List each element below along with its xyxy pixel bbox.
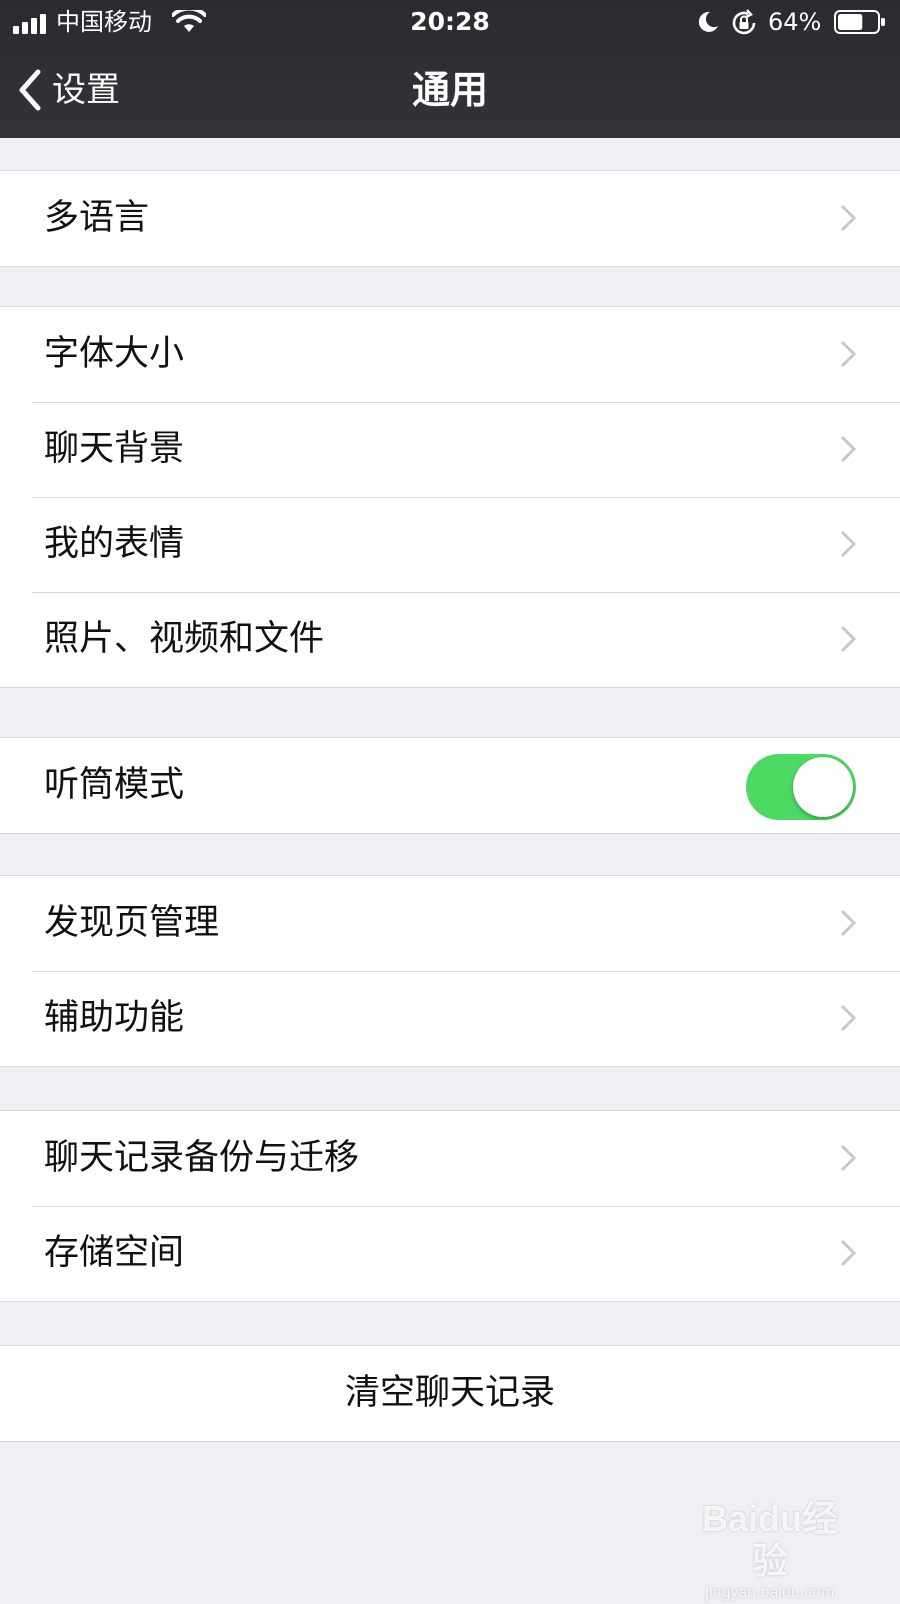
- row-label: 聊天记录备份与迁移: [44, 1138, 360, 1178]
- settings-row-photos-videos-files[interactable]: 照片、视频和文件: [0, 592, 900, 687]
- clear-chat-history-button[interactable]: 清空聊天记录: [0, 1346, 900, 1441]
- settings-row-language[interactable]: 多语言: [0, 171, 900, 266]
- row-label: 听筒模式: [44, 765, 185, 805]
- settings-group-storage: 聊天记录备份与迁移 存储空间: [0, 1110, 900, 1302]
- settings-row-discover-management[interactable]: 发现页管理: [0, 876, 900, 971]
- status-bar: 中国移动 20:28 64%: [0, 0, 900, 44]
- settings-group-language: 多语言: [0, 170, 900, 267]
- chevron-right-icon: [840, 530, 856, 558]
- settings-row-storage[interactable]: 存储空间: [0, 1206, 900, 1301]
- settings-group-display: 字体大小 聊天背景 我的表情 照片、视频和文件: [0, 306, 900, 688]
- navigation-header: 中国移动 20:28 64% 设置 通用: [0, 0, 900, 138]
- settings-row-my-stickers[interactable]: 我的表情: [0, 497, 900, 592]
- battery-icon: [834, 10, 885, 34]
- chevron-right-icon: [840, 204, 856, 232]
- wifi-icon: [172, 10, 206, 32]
- row-label: 我的表情: [44, 524, 185, 564]
- settings-row-font-size[interactable]: 字体大小: [0, 307, 900, 402]
- battery-percentage: 64%: [768, 8, 822, 36]
- watermark-main: Baidu经验: [701, 1498, 838, 1581]
- clear-chat-history-label: 清空聊天记录: [344, 1373, 555, 1413]
- chevron-right-icon: [840, 1239, 856, 1267]
- moon-icon: [698, 11, 718, 32]
- back-button[interactable]: 设置: [16, 62, 120, 118]
- carrier-name: 中国移动: [56, 8, 152, 36]
- settings-row-chat-backup[interactable]: 聊天记录备份与迁移: [0, 1111, 900, 1206]
- clear-chat-group: 清空聊天记录: [0, 1345, 900, 1442]
- chevron-right-icon: [840, 909, 856, 937]
- settings-row-chat-background[interactable]: 聊天背景: [0, 402, 900, 497]
- settings-row-earpiece-mode: 听筒模式: [0, 738, 900, 833]
- row-label: 辅助功能: [44, 998, 185, 1038]
- back-label: 设置: [52, 70, 120, 110]
- chevron-left-icon: [19, 69, 41, 111]
- watermark-sub: jingyan.baidu.com: [705, 1584, 835, 1601]
- chevron-right-icon: [840, 435, 856, 463]
- chevron-right-icon: [840, 1144, 856, 1172]
- page-title: 通用: [411, 68, 488, 112]
- chevron-right-icon: [840, 1004, 856, 1032]
- row-label: 发现页管理: [44, 903, 220, 943]
- chevron-right-icon: [840, 340, 856, 368]
- row-label: 字体大小: [44, 334, 185, 374]
- row-label: 多语言: [44, 198, 150, 238]
- signal-icon: [13, 14, 46, 34]
- settings-group-earpiece: 听筒模式: [0, 737, 900, 834]
- row-label: 聊天背景: [44, 429, 185, 469]
- earpiece-mode-toggle[interactable]: [746, 754, 856, 820]
- row-label: 照片、视频和文件: [44, 619, 325, 659]
- settings-row-accessibility[interactable]: 辅助功能: [0, 971, 900, 1066]
- chevron-right-icon: [840, 625, 856, 653]
- clock-time: 20:28: [410, 7, 490, 36]
- row-label: 存储空间: [44, 1233, 185, 1273]
- baidu-watermark: Baidu经验 jingyan.baidu.com: [690, 1498, 850, 1604]
- settings-group-discover: 发现页管理 辅助功能: [0, 875, 900, 1067]
- toggle-knob: [793, 757, 853, 817]
- rotation-lock-icon: [732, 9, 756, 35]
